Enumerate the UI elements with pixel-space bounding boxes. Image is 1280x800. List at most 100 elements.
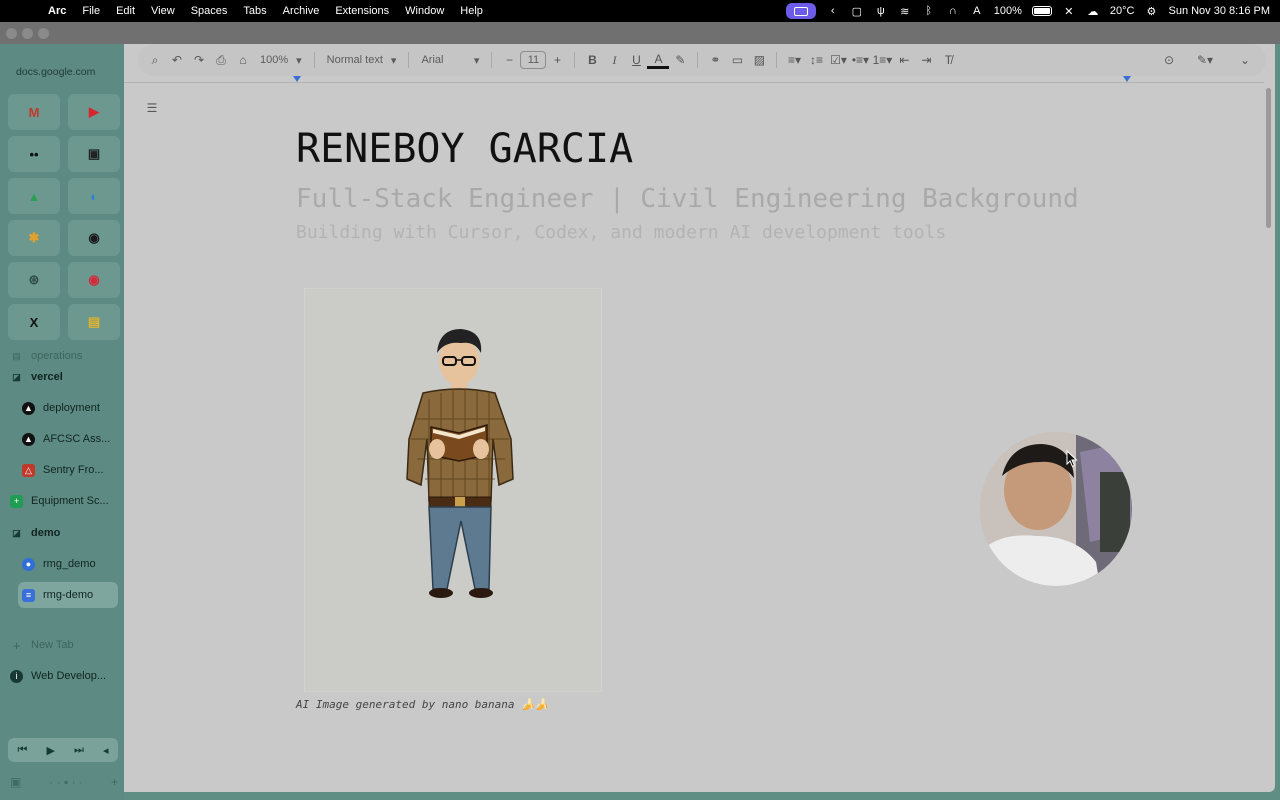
font-size-input[interactable]: 11	[520, 51, 547, 69]
headphones-icon[interactable]: ∩	[946, 5, 960, 17]
sidebar-item-rmg-demo-doc[interactable]: ≡ rmg-demo	[18, 582, 118, 608]
close-window-button[interactable]	[6, 28, 17, 39]
decrease-font-size-icon[interactable]: −	[498, 49, 520, 71]
sidebar-item-web-dev[interactable]: i Web Develop...	[10, 663, 120, 689]
clock[interactable]: Sun Nov 30 8:16 PM	[1168, 5, 1270, 17]
favorite-tile[interactable]: ▤	[68, 304, 120, 340]
menu-app-name[interactable]: Arc	[40, 5, 74, 17]
document-subtitle[interactable]: Full-Stack Engineer | Civil Engineering …	[296, 184, 1079, 214]
favorite-tile[interactable]: ◉	[68, 220, 120, 256]
battery-percent: 100%	[993, 5, 1022, 17]
sidebar-item-deployment[interactable]: ▲ deployment	[22, 395, 120, 421]
new-space-icon[interactable]: +	[111, 775, 118, 789]
editing-mode-icon[interactable]: ✎▾	[1194, 49, 1216, 71]
spaces-dots-icon[interactable]: · · ▪ · ·	[49, 775, 83, 789]
play-gemini-icon[interactable]: ⊙	[1158, 49, 1180, 71]
document-tagline[interactable]: Building with Cursor, Codex, and modern …	[296, 222, 946, 243]
archive-icon[interactable]: ▣	[10, 775, 21, 789]
chevron-left-icon[interactable]: ‹	[826, 5, 840, 17]
menu-view[interactable]: View	[143, 5, 183, 17]
favorite-tile[interactable]: ▣	[68, 136, 120, 172]
favorite-tile[interactable]: ✱	[8, 220, 60, 256]
url-bar[interactable]: docs.google.com	[16, 66, 95, 78]
line-spacing-icon[interactable]: ↕≡	[805, 49, 827, 71]
zoom-window-button[interactable]	[38, 28, 49, 39]
favorite-tile[interactable]: ◉	[68, 262, 120, 298]
italic-icon[interactable]: I	[603, 49, 625, 71]
favorite-tile[interactable]: ▶	[68, 94, 120, 130]
search-icon[interactable]: ⌕	[144, 49, 166, 71]
sidebar-folder-demo[interactable]: ◪ demo	[10, 520, 120, 546]
cloud-icon: ☁	[1087, 5, 1099, 18]
next-track-icon[interactable]: ⏭	[74, 744, 84, 757]
chevron-up-icon[interactable]: ⌄	[1234, 49, 1256, 71]
align-icon[interactable]: ≡▾	[783, 49, 805, 71]
play-icon[interactable]: ▶	[46, 744, 54, 757]
menu-window[interactable]: Window	[397, 5, 452, 17]
tools-icon[interactable]: ✕	[1062, 5, 1076, 18]
favorite-tile[interactable]: X	[8, 304, 60, 340]
checklist-icon[interactable]: ☑▾	[827, 49, 849, 71]
menu-archive[interactable]: Archive	[275, 5, 328, 17]
webcam-overlay[interactable]	[980, 432, 1132, 586]
document-outline-icon[interactable]: ☰	[142, 98, 162, 118]
menu-edit[interactable]: Edit	[108, 5, 143, 17]
decrease-indent-icon[interactable]: ⇤	[893, 49, 915, 71]
plus-icon: +	[12, 637, 21, 653]
wifi-icon[interactable]: ≋	[898, 5, 912, 18]
sidebar-item-label: Sentry Fro...	[43, 464, 104, 476]
paint-format-icon[interactable]: ⌂	[232, 49, 254, 71]
clear-formatting-icon[interactable]: T̸	[937, 49, 959, 71]
comment-icon[interactable]: ▭	[726, 49, 748, 71]
image-caption[interactable]: AI Image generated by nano banana 🍌🍌	[296, 698, 549, 711]
link-icon[interactable]: ⚭	[704, 49, 726, 71]
favorite-tile[interactable]: ⊛	[8, 262, 60, 298]
favorite-tile[interactable]: ▲	[8, 178, 60, 214]
menu-spaces[interactable]: Spaces	[183, 5, 236, 17]
redo-icon[interactable]: ↷	[188, 49, 210, 71]
favorite-tile[interactable]: ◐	[68, 178, 120, 214]
increase-indent-icon[interactable]: ⇥	[915, 49, 937, 71]
volume-icon[interactable]: ◂	[103, 744, 109, 757]
bullet-list-icon[interactable]: •≡▾	[849, 49, 871, 71]
favorite-tile[interactable]: M	[8, 94, 60, 130]
app-a-icon[interactable]: A	[970, 5, 984, 17]
bold-icon[interactable]: B	[581, 49, 603, 71]
illustration-image[interactable]	[304, 288, 602, 692]
menu-extensions[interactable]: Extensions	[327, 5, 397, 17]
increase-font-size-icon[interactable]: +	[546, 49, 568, 71]
vercel-icon: ▲	[22, 401, 35, 415]
weather-temp[interactable]: 20°C	[1110, 5, 1135, 17]
bluetooth-icon[interactable]: ᛒ	[922, 5, 936, 17]
zoom-dropdown[interactable]: 100% ▾	[254, 54, 308, 67]
sidebar-item-equipment[interactable]: + Equipment Sc...	[10, 488, 120, 514]
image-icon[interactable]: ▨	[748, 49, 770, 71]
favorite-tile[interactable]: ••	[8, 136, 60, 172]
screen-record-icon[interactable]	[785, 3, 816, 19]
divider	[776, 52, 778, 68]
previous-track-icon[interactable]: ⏮	[18, 744, 28, 757]
print-icon[interactable]: ⎙	[210, 49, 232, 71]
undo-icon[interactable]: ↶	[166, 49, 188, 71]
menu-file[interactable]: File	[74, 5, 108, 17]
sidebar-item-afcsc[interactable]: ▲ AFCSC Ass...	[22, 426, 120, 452]
screenshot-icon[interactable]: ▢	[850, 5, 864, 18]
sidebar-folder-vercel[interactable]: ◪ vercel	[10, 364, 120, 390]
text-color-icon[interactable]: A	[647, 51, 670, 69]
underline-icon[interactable]: U	[625, 49, 647, 71]
battery-icon[interactable]	[1031, 6, 1052, 16]
sidebar-new-tab[interactable]: + New Tab	[10, 632, 120, 658]
sidebar-item-rmg-demo-site[interactable]: ● rmg_demo	[22, 551, 120, 577]
menu-help[interactable]: Help	[452, 5, 491, 17]
document-title[interactable]: RENEBOY GARCIA	[296, 126, 633, 172]
usb-icon[interactable]: ψ	[874, 5, 888, 17]
menu-tabs[interactable]: Tabs	[235, 5, 274, 17]
font-dropdown[interactable]: Arial ▾	[415, 54, 485, 67]
minimize-window-button[interactable]	[22, 28, 33, 39]
style-dropdown[interactable]: Normal text ▾	[321, 54, 403, 67]
sidebar-item-sentry[interactable]: △ Sentry Fro...	[22, 457, 120, 483]
highlight-icon[interactable]: ✎	[669, 49, 691, 71]
numbered-list-icon[interactable]: 1≡▾	[871, 49, 893, 71]
vertical-scrollbar[interactable]	[1266, 88, 1271, 228]
control-center-icon[interactable]: ⚙	[1144, 5, 1158, 18]
